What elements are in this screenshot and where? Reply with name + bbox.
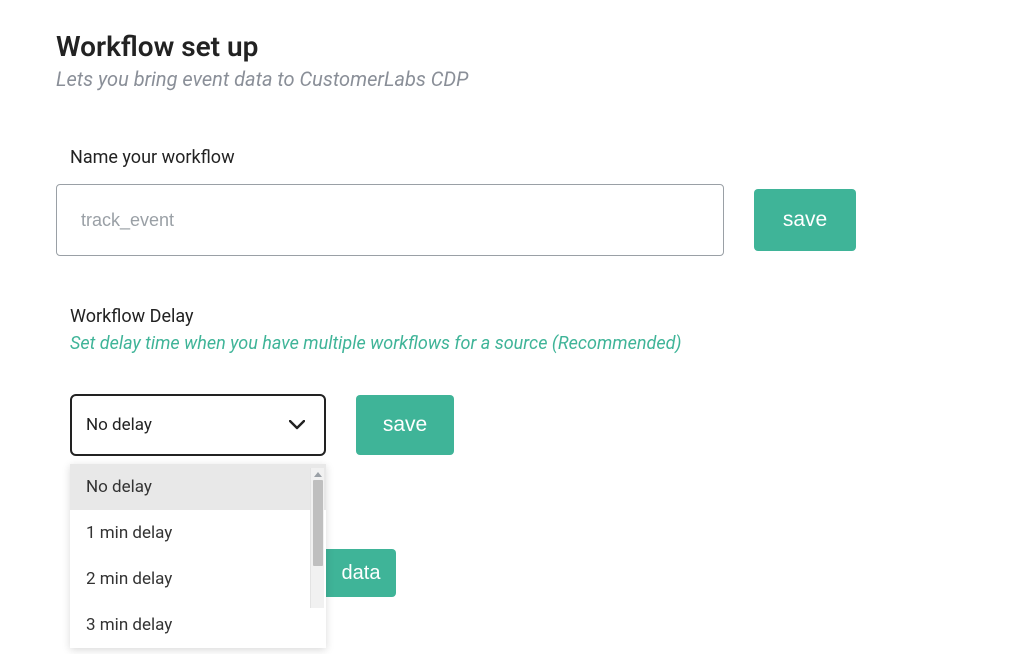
delay-option-3-min[interactable]: 3 min delay <box>70 602 326 648</box>
save-workflow-delay-button[interactable]: save <box>356 395 454 455</box>
workflow-name-label: Name your workflow <box>70 147 968 168</box>
workflow-delay-help: Set delay time when you have multiple wo… <box>70 333 968 354</box>
delay-option-no-delay[interactable]: No delay <box>70 464 326 510</box>
workflow-delay-label: Workflow Delay <box>70 306 968 327</box>
chevron-down-icon <box>288 416 306 434</box>
workflow-delay-select[interactable]: No delay <box>70 394 326 456</box>
data-button-partial[interactable]: data <box>326 549 396 597</box>
dropdown-scrollbar[interactable] <box>310 468 324 608</box>
scrollbar-thumb[interactable] <box>313 480 323 566</box>
workflow-name-input[interactable] <box>56 184 724 256</box>
page-subtitle: Lets you bring event data to CustomerLab… <box>56 67 968 91</box>
workflow-delay-selected-value: No delay <box>86 415 152 435</box>
scrollbar-up-arrow-icon[interactable] <box>311 468 324 480</box>
workflow-delay-dropdown: No delay 1 min delay 2 min delay 3 min d… <box>70 464 326 648</box>
delay-option-1-min[interactable]: 1 min delay <box>70 510 326 556</box>
save-workflow-name-button[interactable]: save <box>754 189 856 251</box>
delay-option-2-min[interactable]: 2 min delay <box>70 556 326 602</box>
page-title: Workflow set up <box>56 30 968 63</box>
